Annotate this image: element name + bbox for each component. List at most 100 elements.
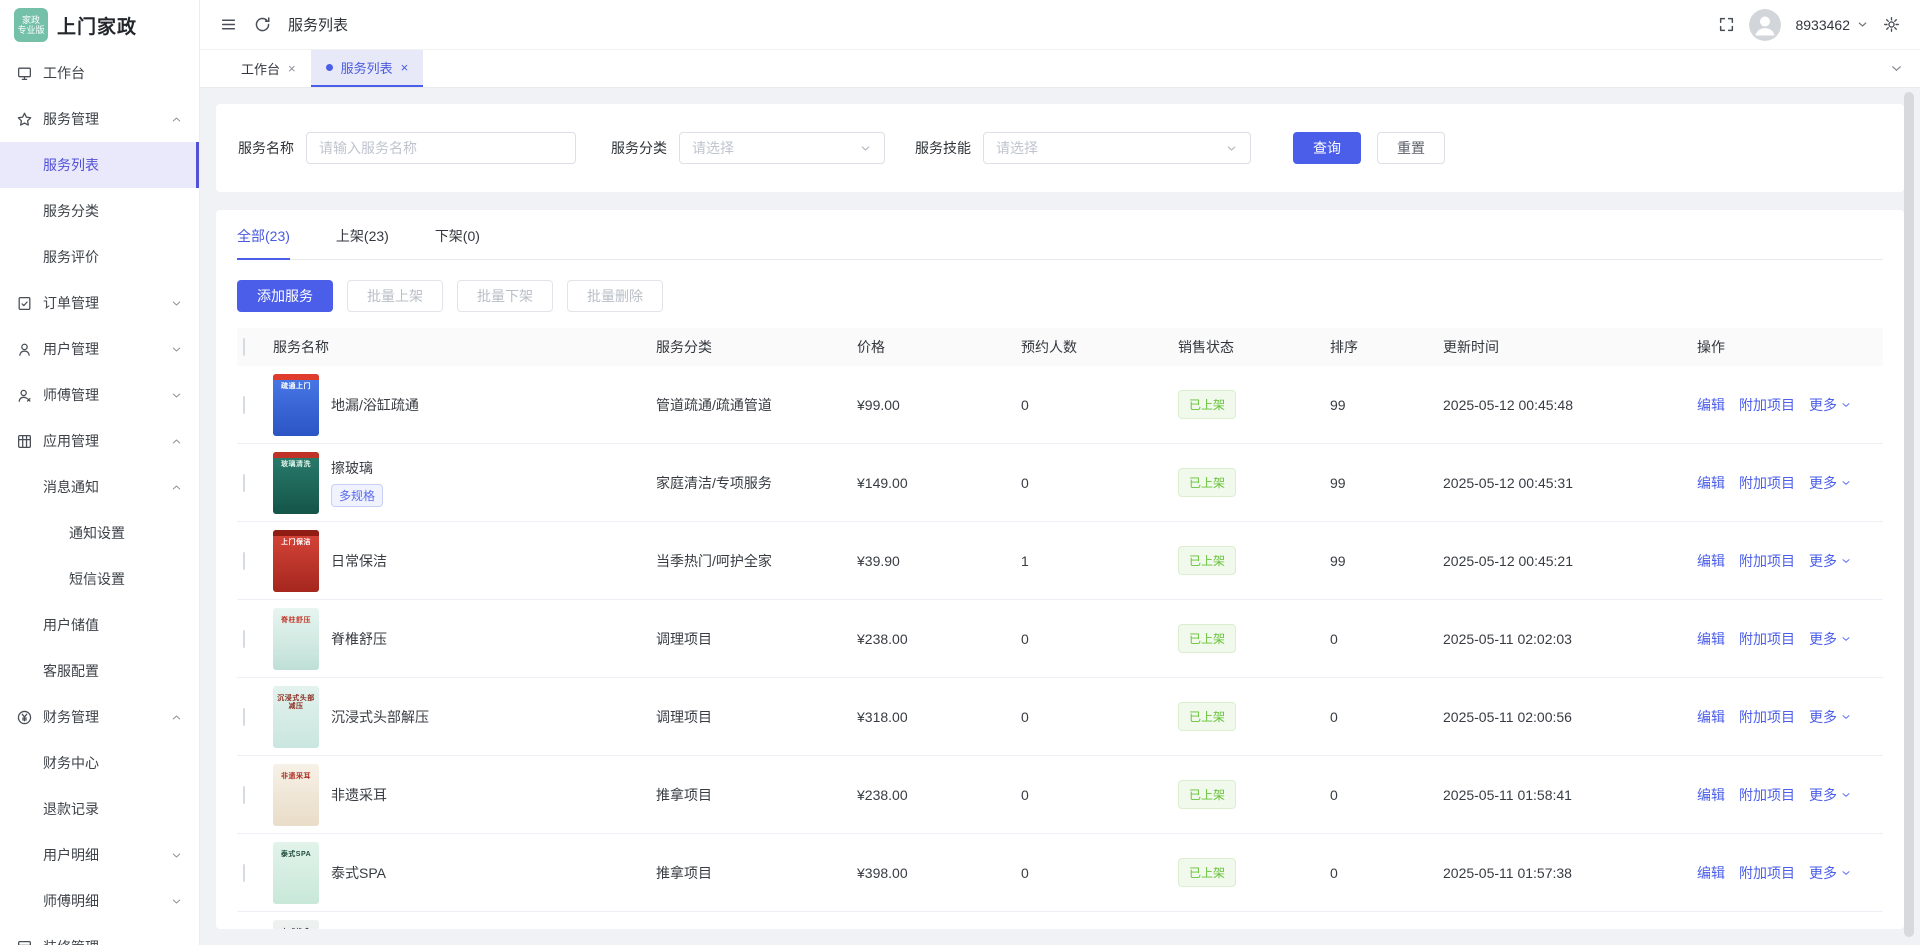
row-checkbox[interactable] <box>243 708 245 726</box>
service-name: 脊椎舒压 <box>331 629 387 649</box>
brand-logo-line1: 家政 <box>22 15 40 25</box>
service-bookings: 0 <box>1021 475 1178 491</box>
collapse-sidebar-icon[interactable] <box>220 16 237 33</box>
service-name-input-field[interactable] <box>319 140 563 156</box>
user-dropdown[interactable]: 8933462 <box>1795 17 1869 33</box>
gear-icon[interactable] <box>1883 16 1900 33</box>
sidebar-item-user-stored-value[interactable]: 用户储值 <box>0 602 199 648</box>
chevron-down-icon <box>170 389 183 402</box>
select-all-checkbox[interactable] <box>243 338 245 356</box>
addon-items-link[interactable]: 附加项目 <box>1739 395 1795 415</box>
sidebar-item-app-mgmt[interactable]: 应用管理 <box>0 418 199 464</box>
edit-link[interactable]: 编辑 <box>1697 629 1725 649</box>
row-checkbox[interactable] <box>243 786 245 804</box>
sidebar-item-label: 通知设置 <box>69 523 125 543</box>
sidebar-item-customer-service-config[interactable]: 客服配置 <box>0 648 199 694</box>
sidebar-item-sms-settings[interactable]: 短信设置 <box>0 556 199 602</box>
status-tab-on-shelf[interactable]: 上架(23) <box>336 226 389 259</box>
more-dropdown-link[interactable]: 更多 <box>1809 395 1852 415</box>
row-checkbox[interactable] <box>243 630 245 648</box>
edit-link[interactable]: 编辑 <box>1697 473 1725 493</box>
edit-link[interactable]: 编辑 <box>1697 395 1725 415</box>
more-label: 更多 <box>1809 473 1837 493</box>
tabbar-chevron-down-icon[interactable] <box>1889 50 1904 87</box>
row-checkbox[interactable] <box>243 552 245 570</box>
edit-link[interactable]: 编辑 <box>1697 785 1725 805</box>
service-sort: 0 <box>1330 787 1443 803</box>
service-name-input[interactable] <box>306 132 576 164</box>
reset-button[interactable]: 重置 <box>1377 132 1445 164</box>
sidebar-item-refund-records[interactable]: 退款记录 <box>0 786 199 832</box>
user-icon <box>16 341 33 358</box>
status-tab-label: 全部(23) <box>237 228 290 244</box>
more-dropdown-link[interactable]: 更多 <box>1809 551 1852 571</box>
service-category-select[interactable]: 请选择 <box>679 132 885 164</box>
sidebar-item-service-category[interactable]: 服务分类 <box>0 188 199 234</box>
service-skill-placeholder: 请选择 <box>996 138 1038 158</box>
page-scrollbar[interactable] <box>1904 92 1914 937</box>
more-dropdown-link[interactable]: 更多 <box>1809 629 1852 649</box>
more-dropdown-link[interactable]: 更多 <box>1809 863 1852 883</box>
service-thumbnail: 疏通上门 <box>273 374 319 436</box>
close-tab-icon[interactable]: × <box>401 60 409 75</box>
sidebar-item-finance-center[interactable]: 财务中心 <box>0 740 199 786</box>
addon-items-link[interactable]: 附加项目 <box>1739 785 1795 805</box>
row-checkbox[interactable] <box>243 864 245 882</box>
monitor-icon <box>16 65 33 82</box>
service-price: ¥238.00 <box>857 631 1021 647</box>
addon-items-link[interactable]: 附加项目 <box>1739 473 1795 493</box>
sidebar-item-user-mgmt[interactable]: 用户管理 <box>0 326 199 372</box>
addon-items-link[interactable]: 附加项目 <box>1739 863 1795 883</box>
status-badge: 已上架 <box>1178 702 1236 731</box>
sidebar-item-workbench[interactable]: 工作台 <box>0 50 199 96</box>
close-tab-icon[interactable]: × <box>288 61 296 76</box>
sidebar-item-service-review[interactable]: 服务评价 <box>0 234 199 280</box>
workspace-tab-service-list[interactable]: 服务列表× <box>311 50 424 87</box>
sidebar-item-service-mgmt[interactable]: 服务管理 <box>0 96 199 142</box>
add-service-button[interactable]: 添加服务 <box>237 280 333 312</box>
more-dropdown-link[interactable]: 更多 <box>1809 707 1852 727</box>
sidebar-item-user-details[interactable]: 用户明细 <box>0 832 199 878</box>
sidebar-item-master-mgmt[interactable]: 师傅管理 <box>0 372 199 418</box>
edit-link[interactable]: 编辑 <box>1697 707 1725 727</box>
sidebar-item-decoration-mgmt[interactable]: 装修管理 <box>0 924 199 945</box>
sidebar-item-service-list[interactable]: 服务列表 <box>0 142 199 188</box>
sidebar-item-order-mgmt[interactable]: 订单管理 <box>0 280 199 326</box>
addon-items-link[interactable]: 附加项目 <box>1739 629 1795 649</box>
batch-offshelf-button[interactable]: 批量下架 <box>457 280 553 312</box>
batch-delete-button[interactable]: 批量删除 <box>567 280 663 312</box>
more-dropdown-link[interactable]: 更多 <box>1809 785 1852 805</box>
batch-onshelf-button[interactable]: 批量上架 <box>347 280 443 312</box>
service-skill-select[interactable]: 请选择 <box>983 132 1251 164</box>
search-button[interactable]: 查询 <box>1293 132 1361 164</box>
status-tab-all[interactable]: 全部(23) <box>237 226 290 259</box>
chevron-down-icon <box>1840 867 1852 879</box>
row-checkbox[interactable] <box>243 396 245 414</box>
more-label: 更多 <box>1809 707 1837 727</box>
refresh-icon[interactable] <box>254 16 271 33</box>
sidebar-item-label: 订单管理 <box>43 293 99 313</box>
more-dropdown-link[interactable]: 更多 <box>1809 473 1852 493</box>
sidebar-item-message-notice[interactable]: 消息通知 <box>0 464 199 510</box>
user-id: 8933462 <box>1795 17 1850 33</box>
addon-items-link[interactable]: 附加项目 <box>1739 551 1795 571</box>
edit-link[interactable]: 编辑 <box>1697 551 1725 571</box>
edit-link[interactable]: 编辑 <box>1697 863 1725 883</box>
addon-items-link[interactable]: 附加项目 <box>1739 707 1795 727</box>
workspace-tab-workbench[interactable]: 工作台× <box>226 50 311 87</box>
service-updated: 2025-05-12 00:45:21 <box>1443 553 1697 569</box>
fullscreen-icon[interactable] <box>1718 16 1735 33</box>
service-thumbnail: 泰式SPA <box>273 842 319 904</box>
thumbnail-label: 玻璃清洗 <box>279 461 313 470</box>
sidebar: 家政 专业版 上门家政 工作台服务管理服务列表服务分类服务评价订单管理用户管理师… <box>0 0 200 945</box>
sidebar-item-master-details[interactable]: 师傅明细 <box>0 878 199 924</box>
avatar[interactable] <box>1749 9 1781 41</box>
table-row: 上门保洁日常保洁当季热门/呵护全家¥39.901已上架992025-05-12 … <box>237 522 1883 600</box>
sidebar-item-label: 消息通知 <box>43 477 99 497</box>
sidebar-item-notice-settings[interactable]: 通知设置 <box>0 510 199 556</box>
chevron-down-icon <box>859 142 872 155</box>
service-sort: 0 <box>1330 631 1443 647</box>
status-tab-off-shelf[interactable]: 下架(0) <box>435 226 480 259</box>
row-checkbox[interactable] <box>243 474 245 492</box>
sidebar-item-finance-mgmt[interactable]: 财务管理 <box>0 694 199 740</box>
